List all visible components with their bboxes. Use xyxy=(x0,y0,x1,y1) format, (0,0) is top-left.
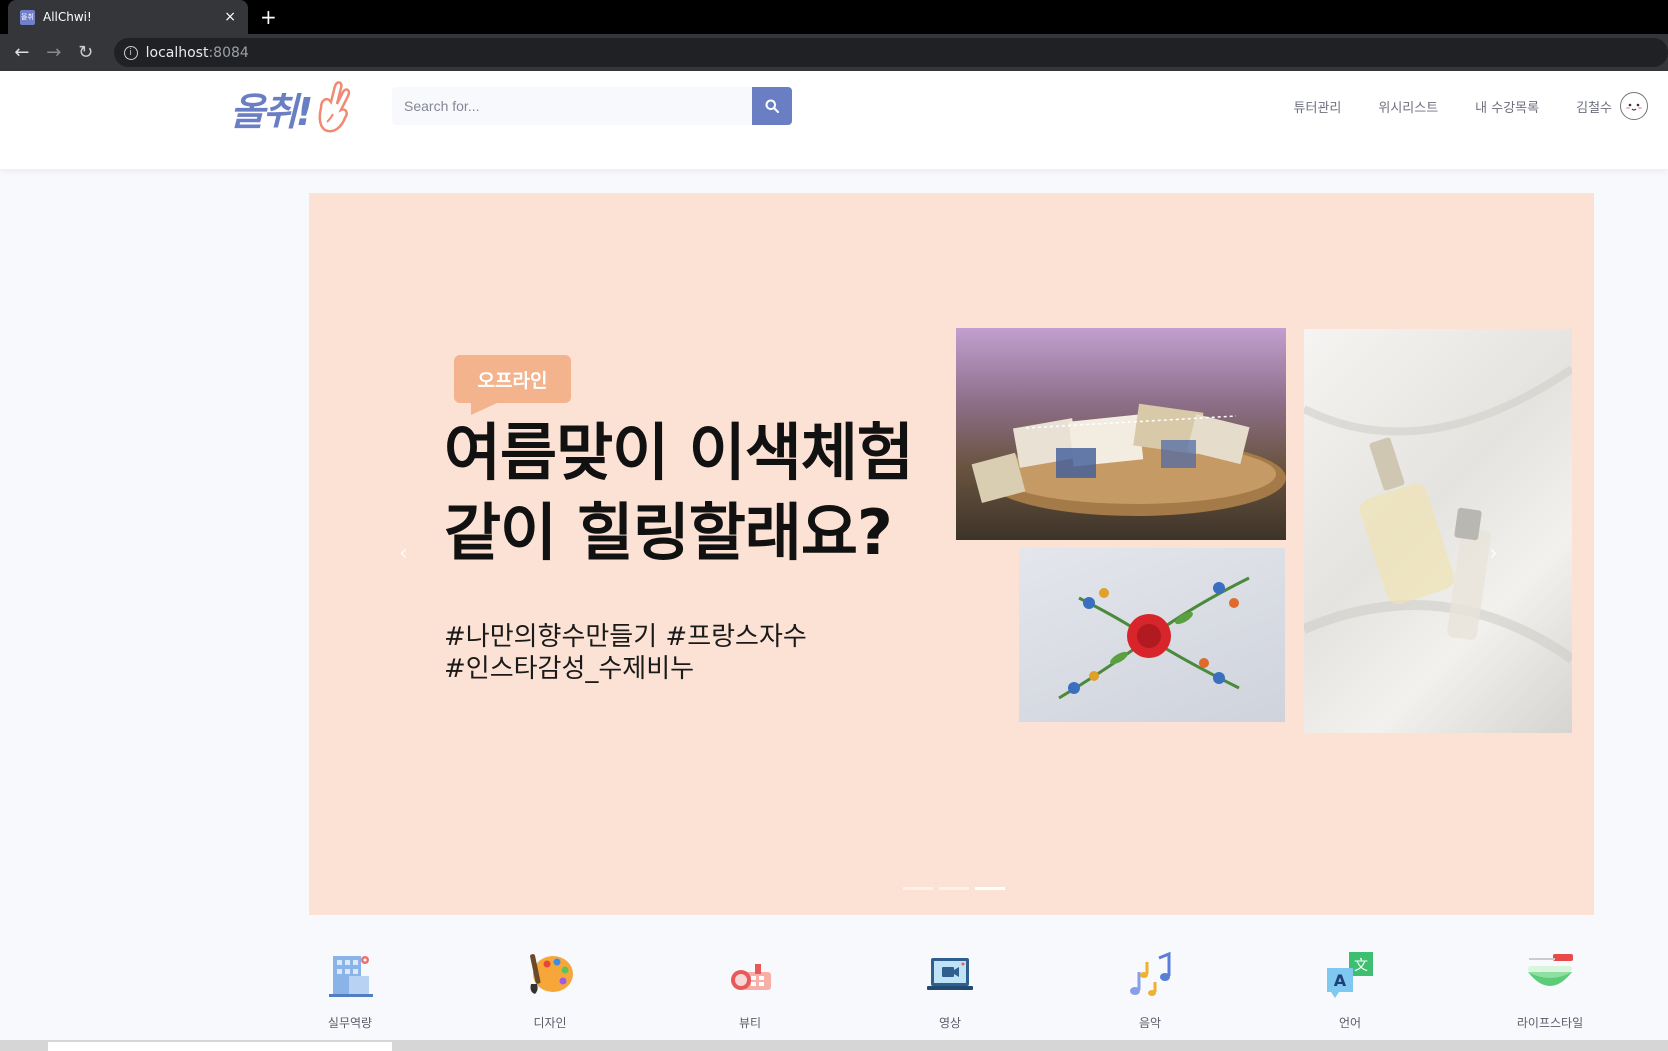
category-music[interactable]: 음악 xyxy=(1090,950,1210,1031)
favicon-icon: 올취 xyxy=(20,9,35,25)
svg-text:文: 文 xyxy=(1354,958,1368,974)
office-building-icon xyxy=(329,956,373,997)
svg-text:A: A xyxy=(1334,971,1347,990)
category-label: 뷰티 xyxy=(738,1016,762,1030)
menu-tutor-management[interactable]: 튜터관리 xyxy=(1294,97,1342,116)
info-icon[interactable]: i xyxy=(123,45,138,60)
avatar xyxy=(1620,92,1648,120)
video-laptop-icon xyxy=(927,958,973,990)
carousel-indicators xyxy=(900,887,1008,890)
address-bar[interactable]: i localhost:8084 xyxy=(113,38,1668,67)
user-menu[interactable]: 김철수 xyxy=(1576,92,1648,120)
hashtag-line-1: #나만의향수만들기 #프랑스자수 xyxy=(444,622,807,652)
menu-my-courses[interactable]: 내 수강목록 xyxy=(1475,97,1539,116)
new-tab-button[interactable]: + xyxy=(260,5,277,29)
os-taskbar xyxy=(0,1040,1668,1051)
perfume-photo xyxy=(1304,329,1572,733)
finger-heart-icon xyxy=(318,81,351,133)
headline-line-1: 여름맞이 이색체험 xyxy=(444,416,914,489)
category-label: 언어 xyxy=(1338,1016,1362,1030)
category-beauty[interactable]: 뷰티 xyxy=(690,950,810,1031)
browser-tab-strip: 올취 AllChwi! × + xyxy=(0,0,1668,34)
back-arrow-icon[interactable]: ← xyxy=(6,42,38,63)
category-language[interactable]: 文 A 언어 xyxy=(1290,950,1410,1031)
category-design[interactable]: 디자인 xyxy=(490,950,610,1031)
embroidery-photo xyxy=(1019,548,1285,722)
hero-carousel[interactable]: 오프라인 여름맞이 이색체험 같이 힐링할래요? #나만의향수만들기 #프랑스자… xyxy=(309,193,1594,915)
taskbar-search-field[interactable] xyxy=(48,1042,392,1051)
url-host: localhost xyxy=(145,44,209,61)
translate-icon: 文 A xyxy=(1327,952,1373,998)
salad-bowl-icon xyxy=(1528,954,1573,986)
category-video[interactable]: 영상 xyxy=(890,950,1010,1031)
makeup-kit-icon xyxy=(731,964,771,990)
brand-logo[interactable]: 올취! xyxy=(230,75,370,141)
menu-wishlist[interactable]: 위시리스트 xyxy=(1378,97,1438,116)
category-label: 실무역량 xyxy=(327,1016,373,1030)
close-tab-icon[interactable]: × xyxy=(224,9,236,25)
hero-hashtags: #나만의향수만들기 #프랑스자수 #인스타감성_수제비누 xyxy=(444,621,807,685)
search-input[interactable] xyxy=(392,87,752,125)
user-name: 김철수 xyxy=(1576,100,1612,116)
search-icon xyxy=(765,99,779,113)
browser-toolbar: ← → ↻ i localhost:8084 xyxy=(0,34,1668,71)
carousel-indicator-1[interactable] xyxy=(903,887,933,890)
hero-headline: 여름맞이 이색체험 같이 힐링할래요? xyxy=(444,413,914,573)
site-header: 올취! 튜터관리 위시리스트 내 수강목록 김철수 xyxy=(0,71,1668,169)
soap-photo xyxy=(956,328,1286,540)
headline-line-2: 같이 힐링할래요? xyxy=(444,496,893,569)
forward-arrow-icon[interactable]: → xyxy=(38,42,70,63)
category-label: 라이프스타일 xyxy=(1516,1016,1584,1030)
carousel-next-button[interactable]: › xyxy=(1489,541,1498,566)
paint-palette-icon xyxy=(530,954,573,994)
carousel-indicator-3[interactable] xyxy=(975,887,1005,890)
category-practical-skills[interactable]: 실무역량 xyxy=(290,950,410,1031)
top-menu: 튜터관리 위시리스트 내 수강목록 김철수 xyxy=(1257,87,1648,125)
avatar-face-icon xyxy=(1626,103,1642,111)
category-label: 디자인 xyxy=(533,1016,567,1030)
tab-title: AllChwi! xyxy=(43,10,92,24)
category-label: 음악 xyxy=(1138,1016,1162,1030)
logo-text: 올취! xyxy=(230,89,313,134)
browser-tab[interactable]: 올취 AllChwi! × xyxy=(8,0,248,34)
url-port: :8084 xyxy=(208,44,249,61)
carousel-prev-button[interactable]: ‹ xyxy=(399,541,408,566)
category-label: 영상 xyxy=(938,1016,962,1030)
search-button[interactable] xyxy=(752,87,792,125)
carousel-indicator-2[interactable] xyxy=(939,887,969,890)
category-lifestyle[interactable]: 라이프스타일 xyxy=(1490,950,1610,1031)
offline-badge: 오프라인 xyxy=(454,355,571,403)
hashtag-line-2: #인스타감성_수제비누 xyxy=(444,654,695,684)
reload-icon[interactable]: ↻ xyxy=(70,42,102,63)
search-bar xyxy=(392,87,792,125)
category-bar: 실무역량 디자인 뷰티 영상 음악 文 A 언어 라이프스타일 xyxy=(290,950,1610,1040)
music-notes-icon xyxy=(1130,951,1171,996)
